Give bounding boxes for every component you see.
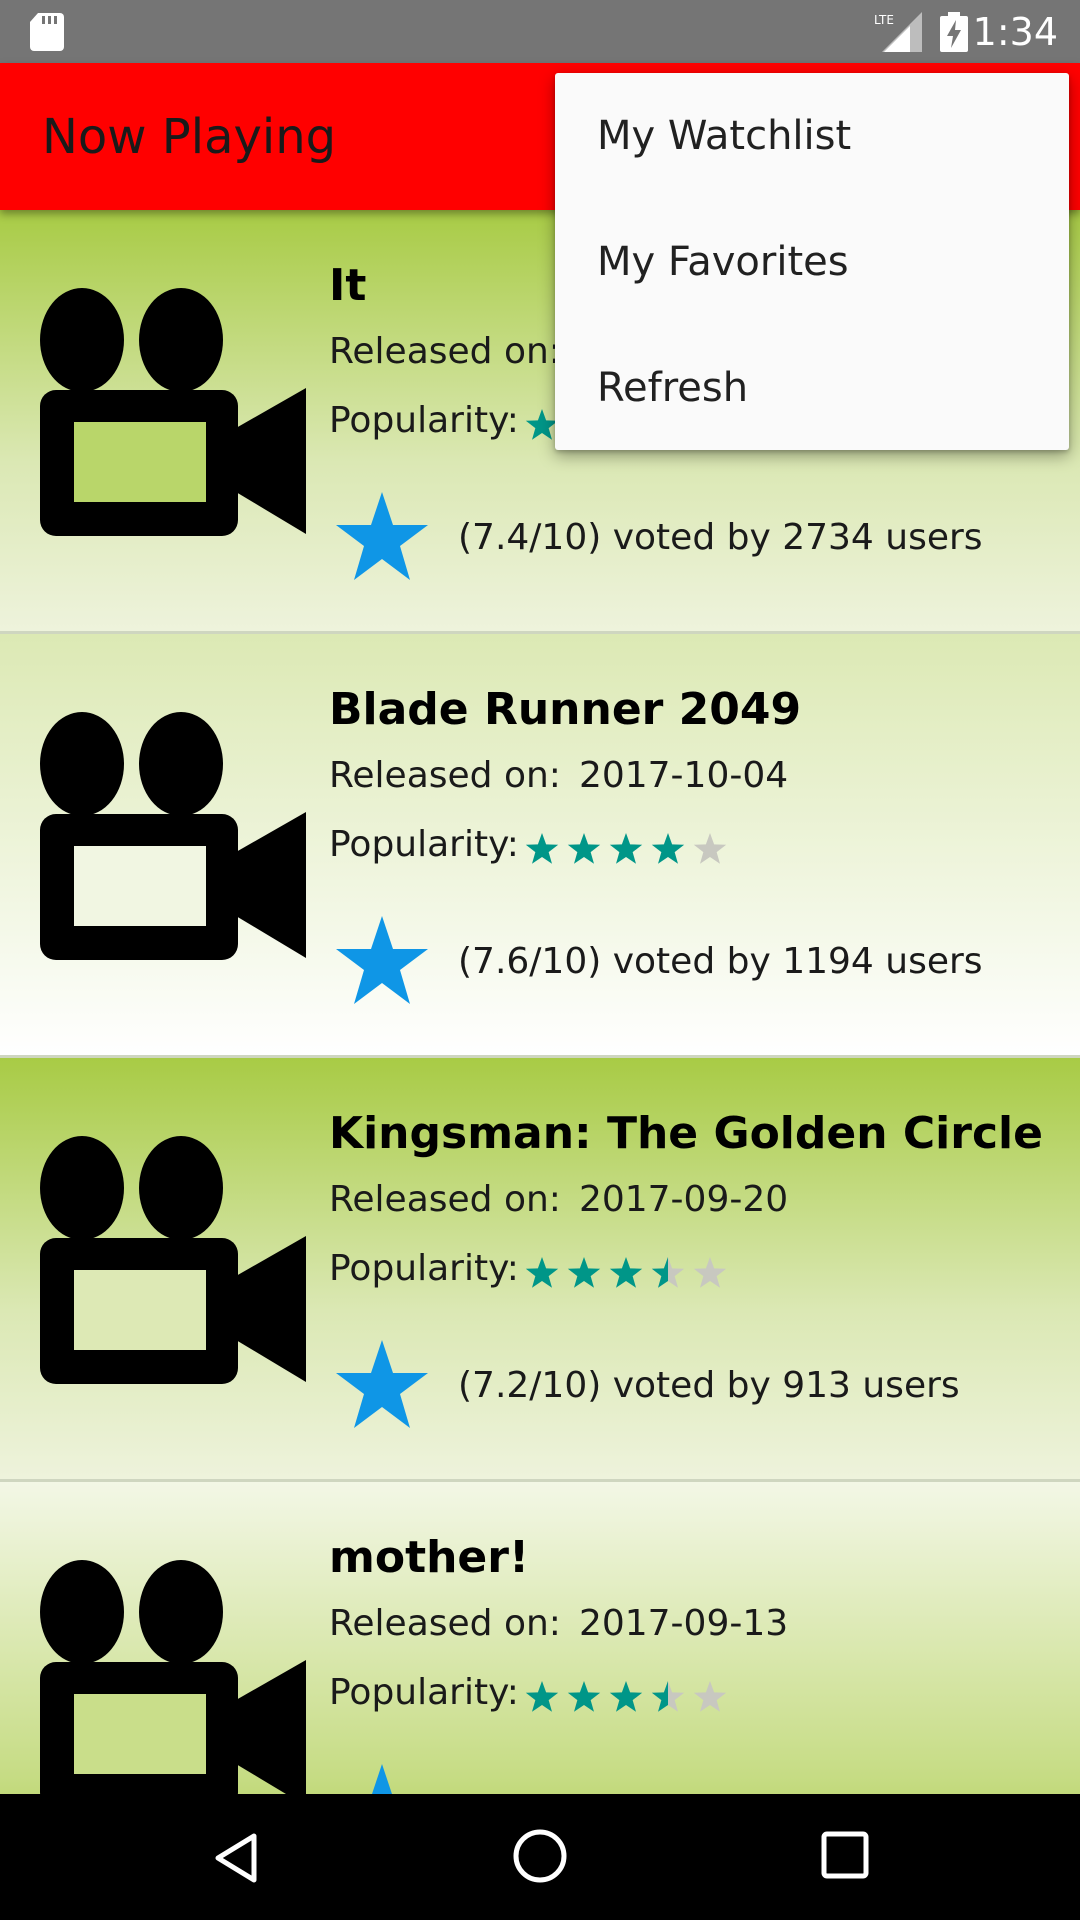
released-label: Released on:	[329, 755, 561, 796]
rating-star-icon	[567, 1257, 601, 1288]
overflow-menu: My Watchlist My Favorites Refresh	[555, 73, 1069, 450]
menu-item-my-favorites[interactable]: My Favorites	[555, 209, 1069, 335]
release-line: Released on: 2017-10-04	[329, 754, 788, 798]
home-icon[interactable]	[512, 1828, 568, 1884]
release-date: 2017-10-04	[578, 755, 789, 796]
released-label: Released on:	[329, 331, 561, 372]
menu-item-refresh[interactable]: Refresh	[555, 335, 1069, 461]
page-title: Now Playing	[42, 109, 337, 165]
movie-item[interactable]: Kingsman: The Golden Circle Released on:…	[0, 1058, 1080, 1482]
vote-star-icon	[336, 492, 428, 580]
rating-star-icon	[525, 1681, 559, 1712]
rating-star-icon	[651, 1681, 685, 1712]
vote-summary: (7.6/10) voted by 1194 users	[458, 941, 983, 982]
movie-camera-icon	[40, 1136, 306, 1384]
movie-camera-icon	[40, 1560, 306, 1794]
clock: 1:34	[972, 10, 1058, 54]
released-label: Released on:	[329, 1179, 561, 1220]
signal-icon: LTE	[874, 12, 922, 52]
menu-item-my-watchlist[interactable]: My Watchlist	[555, 83, 1069, 209]
rating-star-icon	[693, 1681, 727, 1712]
vote-summary: (7.4/10) voted by 2734 users	[458, 517, 983, 558]
rating-star-icon	[651, 1257, 685, 1288]
vote-star-icon	[336, 916, 428, 1004]
popularity-label: Popularity:	[329, 1248, 519, 1289]
popularity-rating	[525, 833, 727, 864]
rating-star-icon	[525, 1257, 559, 1288]
rating-star-icon	[567, 833, 601, 864]
popularity-label: Popularity:	[329, 1672, 519, 1713]
rating-star-icon	[609, 833, 643, 864]
vote-summary: (7.2/10) voted by 913 users	[458, 1365, 960, 1406]
status-bar: LTE 1:34	[0, 0, 1080, 63]
popularity-rating	[525, 1257, 727, 1288]
release-line: Released on: 2017-09-20	[329, 1178, 788, 1222]
release-date: 2017-09-13	[578, 1603, 789, 1644]
sd-card-icon	[30, 13, 64, 51]
movie-title: Kingsman: The Golden Circle	[329, 1108, 1043, 1159]
vote-star-icon	[336, 1340, 428, 1428]
battery-charging-icon	[940, 12, 968, 52]
rating-star-icon	[609, 1681, 643, 1712]
movie-camera-icon	[40, 712, 306, 960]
popularity-label: Popularity:	[329, 400, 519, 441]
released-label: Released on:	[329, 1603, 561, 1644]
rating-star-icon	[525, 409, 559, 440]
release-line: Released on: 2017-09-13	[329, 1602, 788, 1646]
rating-star-icon	[525, 833, 559, 864]
movie-camera-icon	[40, 288, 306, 536]
vote-star-icon	[372, 1764, 392, 1794]
back-icon[interactable]	[212, 1832, 260, 1884]
navigation-bar	[0, 1794, 1080, 1920]
movie-item[interactable]: mother! Released on: 2017-09-13 Popularit…	[0, 1482, 1080, 1794]
movie-title: It	[329, 260, 367, 311]
rating-star-icon	[567, 1681, 601, 1712]
movie-title: mother!	[329, 1532, 530, 1583]
release-date: 2017-09-20	[578, 1179, 789, 1220]
rating-star-icon	[693, 1257, 727, 1288]
rating-star-icon	[651, 833, 685, 864]
release-line: Released on:	[329, 330, 579, 374]
movie-item[interactable]: Blade Runner 2049 Released on: 2017-10-04…	[0, 634, 1080, 1058]
movie-title: Blade Runner 2049	[329, 684, 802, 735]
popularity-label: Popularity:	[329, 824, 519, 865]
rating-star-icon	[693, 833, 727, 864]
svg-text:LTE: LTE	[874, 13, 894, 27]
rating-star-icon	[609, 1257, 643, 1288]
popularity-rating	[525, 1681, 727, 1712]
recents-icon[interactable]	[820, 1830, 870, 1880]
